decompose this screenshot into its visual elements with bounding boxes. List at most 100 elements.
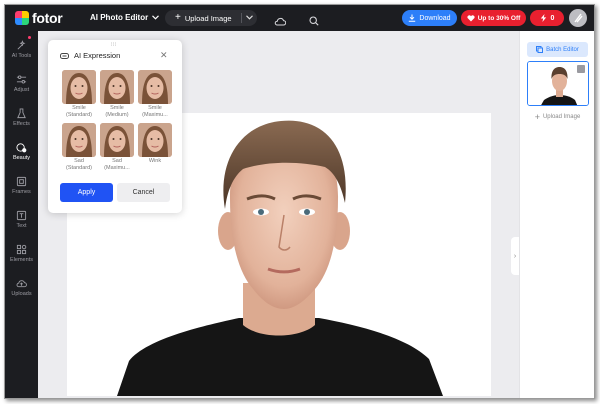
expression-label-line1: Sad — [112, 158, 122, 164]
batch-editor-label: Batch Editor — [546, 46, 579, 53]
sidebar-item-label: Elements — [10, 256, 33, 263]
upload-image-main[interactable]: + Upload Image — [165, 12, 241, 23]
sidebar-item-text[interactable]: Text — [5, 203, 38, 235]
expression-option-label: Sad (Maximu... — [97, 158, 137, 172]
expression-option[interactable] — [62, 70, 96, 104]
drag-handle-icon[interactable]: ⁞⁞⁞ — [111, 42, 117, 48]
expression-label-line2: (Medium) — [105, 112, 129, 118]
app-window: fotor AI Photo Editor + Upload Image Dow… — [4, 4, 595, 399]
promo-label: Up to 30% Off — [477, 14, 521, 22]
sidebar-item-beauty[interactable]: Beauty — [5, 135, 38, 167]
close-icon[interactable]: ✕ — [160, 50, 168, 61]
chevron-down-icon — [152, 15, 160, 20]
left-sidebar: AI Tools Adjust Effects Beauty Frames Te… — [5, 31, 38, 398]
sidebar-item-adjust[interactable]: Adjust — [5, 67, 38, 99]
expression-option-label: Sad (Standard) — [59, 158, 99, 172]
sidebar-item-uploads[interactable]: Uploads — [5, 271, 38, 303]
expression-option-label: Smile (Standard) — [59, 105, 99, 119]
expression-option[interactable] — [100, 123, 134, 157]
credits-button[interactable]: 0 — [530, 10, 564, 26]
collapse-panel-tab[interactable]: › — [511, 237, 519, 275]
expression-label-line2: (Standard) — [66, 112, 92, 118]
popup-title: AI Expression — [74, 51, 121, 60]
user-avatar-icon — [574, 13, 583, 23]
text-icon — [16, 210, 27, 220]
sparkle-icon — [17, 39, 26, 49]
expression-option[interactable] — [138, 70, 172, 104]
expression-label-line2: (Maximu... — [104, 165, 130, 171]
sidebar-item-effects[interactable]: Effects — [5, 101, 38, 133]
expression-preview — [100, 123, 134, 157]
expression-option[interactable] — [138, 123, 172, 157]
ai-expression-popup: ⁞⁞⁞ AI Expression ✕ Smile (Standard) Smile… — [48, 40, 182, 213]
heart-icon — [467, 14, 475, 21]
chevron-down-icon — [246, 14, 253, 20]
expression-preview — [100, 70, 134, 104]
right-panel: Batch Editor + Upload Image — [519, 31, 594, 398]
plus-icon: + — [534, 112, 540, 122]
expression-label-line1: Smile — [72, 105, 86, 111]
expression-label-line2: (Standard) — [66, 165, 92, 171]
expression-label-line1: Smile — [148, 105, 162, 111]
cloud-icon[interactable] — [274, 13, 287, 31]
sidebar-item-frames[interactable]: Frames — [5, 169, 38, 201]
expression-preview — [138, 123, 172, 157]
expression-label-line1: Wink — [148, 158, 162, 164]
expression-option-label: Smile (Maximu... — [135, 105, 175, 119]
sidebar-item-label: Adjust — [13, 86, 30, 93]
sidebar-item-label: Effects — [13, 120, 30, 127]
notification-dot — [28, 36, 31, 39]
upload-dropdown-button[interactable] — [242, 14, 257, 22]
sidebar-item-ai-tools[interactable]: AI Tools — [5, 33, 38, 65]
logo-text: fotor — [32, 10, 63, 26]
search-icon[interactable] — [309, 13, 319, 31]
upload-image-link[interactable]: + Upload Image — [527, 110, 588, 124]
fotor-logo[interactable]: fotor — [15, 10, 63, 26]
credits-count: 0 — [550, 14, 555, 22]
upload-image-label: Upload Image — [184, 13, 232, 23]
download-button[interactable]: Download — [402, 10, 457, 26]
trash-icon[interactable] — [577, 65, 585, 73]
expression-option[interactable] — [62, 123, 96, 157]
expression-option[interactable] — [100, 70, 134, 104]
sidebar-item-elements[interactable]: Elements — [5, 237, 38, 269]
expression-label-line1: Smile — [110, 105, 124, 111]
app-menu[interactable]: AI Photo Editor — [90, 13, 160, 22]
sidebar-item-label: Uploads — [11, 290, 32, 297]
batch-icon — [536, 46, 544, 53]
upload-image-label: Upload Image — [542, 114, 581, 120]
apply-button[interactable]: Apply — [60, 183, 113, 202]
sidebar-item-label: Frames — [12, 188, 31, 195]
expression-option-label: Wink — [135, 158, 175, 165]
beauty-icon — [16, 142, 27, 152]
image-thumbnail[interactable] — [527, 61, 589, 106]
flask-icon — [17, 107, 26, 118]
promo-button[interactable]: Up to 30% Off — [461, 10, 526, 26]
download-icon — [409, 14, 416, 22]
lightning-icon — [540, 14, 546, 22]
expression-label-line1: Sad — [74, 158, 84, 164]
frame-icon — [16, 176, 27, 186]
popup-header: AI Expression — [60, 51, 120, 60]
shapes-icon — [16, 244, 27, 254]
sidebar-item-label: AI Tools — [11, 52, 32, 59]
plus-icon: + — [175, 12, 181, 23]
expression-label-line2: (Maximu... — [142, 112, 168, 118]
cancel-button[interactable]: Cancel — [117, 183, 170, 202]
expression-option-label: Smile (Medium) — [97, 105, 137, 119]
sidebar-item-label: Beauty — [12, 154, 31, 161]
expression-preview — [62, 70, 96, 104]
user-avatar[interactable] — [569, 9, 587, 27]
expression-preview — [138, 70, 172, 104]
download-label: Download — [419, 14, 451, 22]
logo-mark-icon — [15, 11, 29, 25]
top-bar: fotor AI Photo Editor + Upload Image Dow… — [5, 5, 594, 31]
sidebar-item-label: Text — [16, 222, 27, 229]
cloud-upload-icon — [16, 279, 27, 287]
sliders-icon — [16, 74, 27, 84]
upload-image-button: + Upload Image — [165, 10, 257, 26]
batch-editor-button[interactable]: Batch Editor — [527, 42, 588, 57]
face-expression-icon — [60, 52, 69, 59]
app-name-label: AI Photo Editor — [90, 13, 149, 22]
expression-preview — [62, 123, 96, 157]
